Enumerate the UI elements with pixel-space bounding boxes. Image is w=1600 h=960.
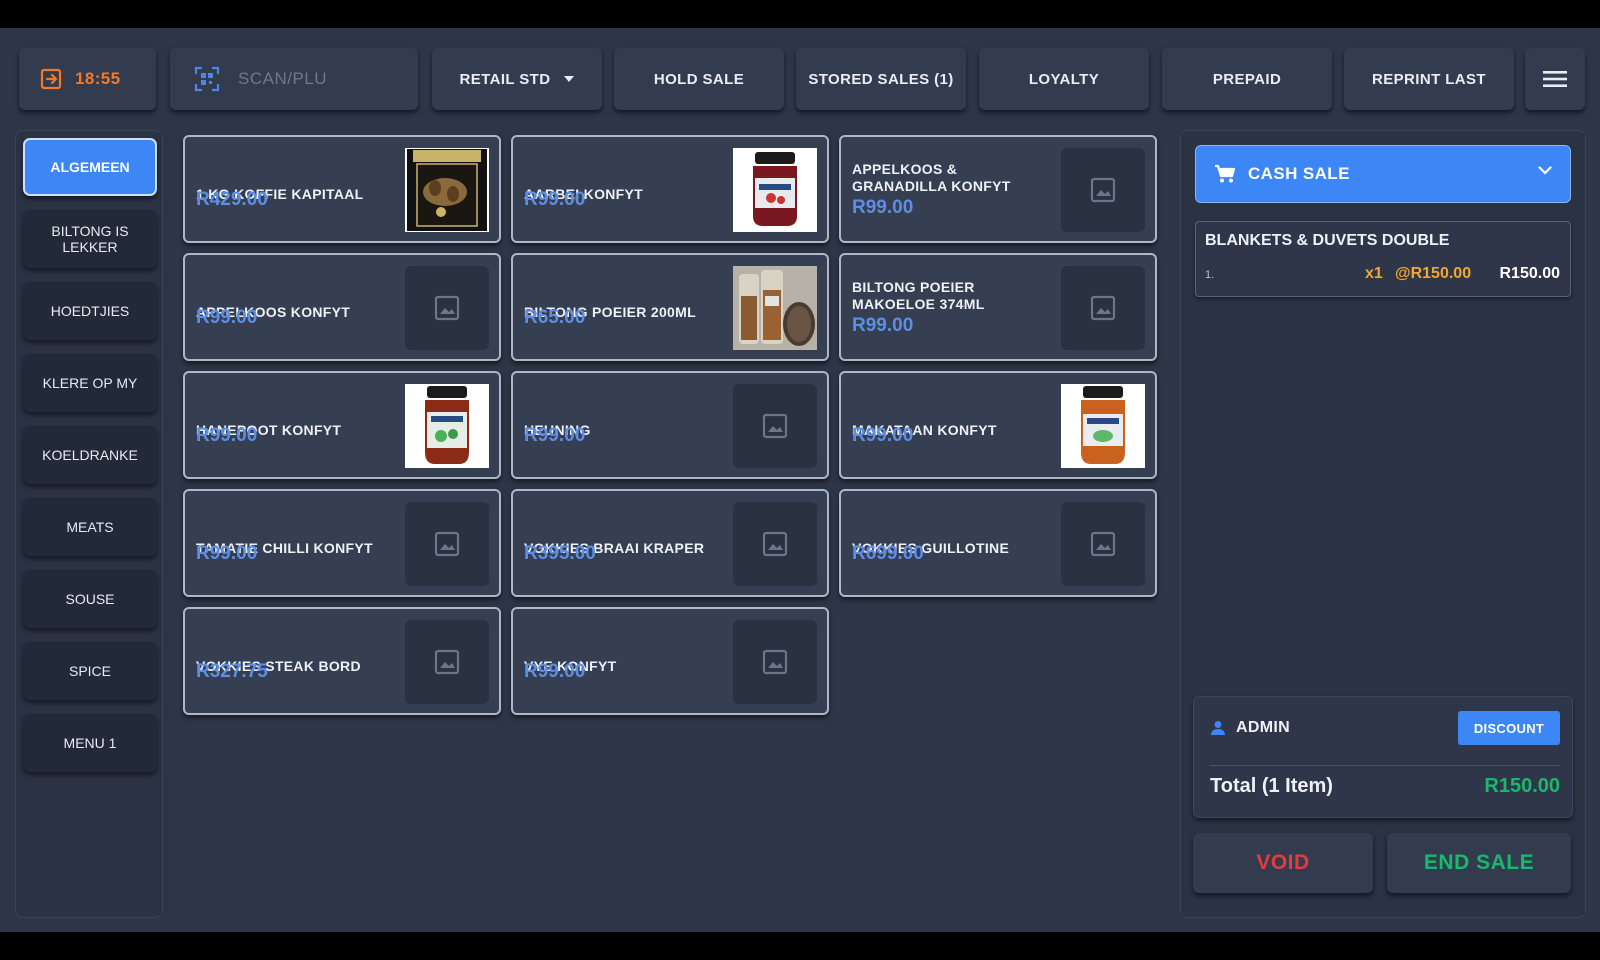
product-price: R99.00 xyxy=(196,543,258,564)
category-biltong-is-lekker[interactable]: BILTONG IS LEKKER xyxy=(23,210,157,268)
product-price: R99.00 xyxy=(852,425,914,446)
menu-button[interactable] xyxy=(1525,48,1585,110)
cashier: ADMIN xyxy=(1210,719,1290,737)
cashier-name: ADMIN xyxy=(1236,719,1290,736)
category-hoedtjies[interactable]: HOEDTJIES xyxy=(23,282,157,340)
cart-icon xyxy=(1215,164,1236,183)
scan-plu-input[interactable]: SCAN/PLU xyxy=(170,48,418,110)
product-tile[interactable]: 1 KG KOFFIE KAPITAAL R429.00 xyxy=(183,135,501,243)
loyalty-label: LOYALTY xyxy=(1028,70,1100,88)
product-tile[interactable]: APPELKOOS & GRANADILLA KONFYT R99.00 xyxy=(839,135,1157,243)
product-price: R99.00 xyxy=(852,315,914,336)
sale-type-label: CASH SALE xyxy=(1248,164,1350,183)
product-image xyxy=(405,384,489,468)
product-price: R99.00 xyxy=(196,425,258,446)
product-tile[interactable]: APPELKOOS KONFYT R99.00 xyxy=(183,253,501,361)
product-tile[interactable]: VOKKIES STEAK BORD R327.75 xyxy=(183,607,501,715)
product-price: R699.00 xyxy=(852,543,924,564)
product-price: R65.00 xyxy=(524,307,586,328)
product-tile[interactable]: VOKKIES GUILLOTINE R699.00 xyxy=(839,489,1157,597)
price-list-label: RETAIL STD xyxy=(459,70,551,88)
pos-screen: 18:55 SCAN/PLU RETAIL STD HOLD SALE STOR… xyxy=(0,28,1600,932)
category-koeldranke[interactable]: KOELDRANKE xyxy=(23,426,157,484)
image-placeholder-icon xyxy=(1061,148,1145,232)
product-tile[interactable]: HEUNING R99.00 xyxy=(511,371,829,479)
product-image xyxy=(1061,384,1145,468)
image-placeholder-icon xyxy=(1061,502,1145,586)
sale-summary: ADMIN DISCOUNT Total (1 Item) R150.00 xyxy=(1193,696,1573,818)
product-price: R99.00 xyxy=(524,189,586,210)
divider xyxy=(1210,765,1560,766)
stored-sales-button[interactable]: STORED SALES (1) xyxy=(796,48,966,110)
category-menu-1[interactable]: MENU 1 xyxy=(23,714,157,772)
product-image xyxy=(733,148,817,232)
void-button[interactable]: VOID xyxy=(1193,833,1373,893)
discount-button[interactable]: DISCOUNT xyxy=(1458,711,1560,745)
prepaid-button[interactable]: PREPAID xyxy=(1162,48,1332,110)
product-price: R99.00 xyxy=(524,661,586,682)
line-item-name: BLANKETS & DUVETS DOUBLE xyxy=(1205,232,1450,249)
prepaid-label: PREPAID xyxy=(1212,70,1282,88)
product-name: APPELKOOS & GRANADILLA KONFYT xyxy=(852,161,1011,194)
product-tile[interactable]: VOKKIES BRAAI KRAPER R395.00 xyxy=(511,489,829,597)
image-placeholder-icon xyxy=(733,384,817,468)
sale-type-dropdown[interactable]: CASH SALE xyxy=(1195,145,1571,203)
sale-panel: CASH SALE BLANKETS & DUVETS DOUBLE 1. x1… xyxy=(1180,130,1586,918)
category-algemeen[interactable]: ALGEMEEN xyxy=(23,138,157,196)
product-tile[interactable]: BILTONG POEIER MAKOELOE 374ML R99.00 xyxy=(839,253,1157,361)
product-price: R99.00 xyxy=(196,307,258,328)
line-item-index: 1. xyxy=(1205,269,1215,281)
product-tile[interactable]: MAKATAAN KONFYT R99.00 xyxy=(839,371,1157,479)
loyalty-button[interactable]: LOYALTY xyxy=(979,48,1149,110)
scan-plu-placeholder: SCAN/PLU xyxy=(238,69,328,88)
total-value: R150.00 xyxy=(1484,775,1560,797)
user-icon xyxy=(1211,721,1225,735)
image-placeholder-icon xyxy=(405,620,489,704)
product-price: R99.00 xyxy=(852,197,914,218)
line-item-unit-price: @R150.00 xyxy=(1395,265,1472,282)
image-placeholder-icon xyxy=(405,266,489,350)
category-spice[interactable]: SPICE xyxy=(23,642,157,700)
product-tile[interactable]: VYE KONFYT R99.00 xyxy=(511,607,829,715)
qr-scan-icon xyxy=(194,66,220,92)
product-tile[interactable]: BILTONG POEIER 200ML R65.00 xyxy=(511,253,829,361)
product-tile[interactable]: HANEPOOT KONFYT R99.00 xyxy=(183,371,501,479)
product-tile[interactable]: TAMATIE CHILLI KONFYT R99.00 xyxy=(183,489,501,597)
hold-sale-button[interactable]: HOLD SALE xyxy=(614,48,784,110)
reprint-last-label: REPRINT LAST xyxy=(1372,70,1486,88)
image-placeholder-icon xyxy=(733,502,817,586)
product-price: R99.00 xyxy=(524,425,586,446)
product-price: R327.75 xyxy=(196,661,268,682)
hamburger-menu-icon xyxy=(1543,71,1567,87)
stored-sales-label: STORED SALES (1) xyxy=(808,70,954,88)
hold-sale-label: HOLD SALE xyxy=(653,70,745,88)
total-label: Total (1 Item) xyxy=(1210,775,1333,797)
logout-clock-button[interactable]: 18:55 xyxy=(19,48,156,110)
reprint-last-button[interactable]: REPRINT LAST xyxy=(1344,48,1514,110)
price-list-dropdown[interactable]: RETAIL STD xyxy=(432,48,602,110)
product-price: R395.00 xyxy=(524,543,596,564)
product-image xyxy=(733,266,817,350)
chevron-down-icon xyxy=(1538,166,1552,175)
line-item-total: R150.00 xyxy=(1499,265,1561,282)
line-item-qty: x1 xyxy=(1365,265,1383,282)
product-tile[interactable]: AARBEI KONFYT R99.00 xyxy=(511,135,829,243)
sale-line-item[interactable]: BLANKETS & DUVETS DOUBLE 1. x1 @R150.00 … xyxy=(1195,221,1571,297)
category-souse[interactable]: SOUSE xyxy=(23,570,157,628)
logout-icon xyxy=(40,68,62,90)
clock-time: 18:55 xyxy=(75,69,121,88)
category-meats[interactable]: MEATS xyxy=(23,498,157,556)
product-name: BILTONG POEIER MAKOELOE 374ML xyxy=(852,279,985,312)
chevron-down-icon xyxy=(564,76,575,82)
category-klere-op-my[interactable]: KLERE OP MY xyxy=(23,354,157,412)
product-image xyxy=(405,148,489,232)
image-placeholder-icon xyxy=(733,620,817,704)
product-price: R429.00 xyxy=(196,189,268,210)
image-placeholder-icon xyxy=(1061,266,1145,350)
end-sale-button[interactable]: END SALE xyxy=(1387,833,1571,893)
image-placeholder-icon xyxy=(405,502,489,586)
category-sidebar: ALGEMEEN BILTONG IS LEKKER HOEDTJIES KLE… xyxy=(15,130,163,918)
